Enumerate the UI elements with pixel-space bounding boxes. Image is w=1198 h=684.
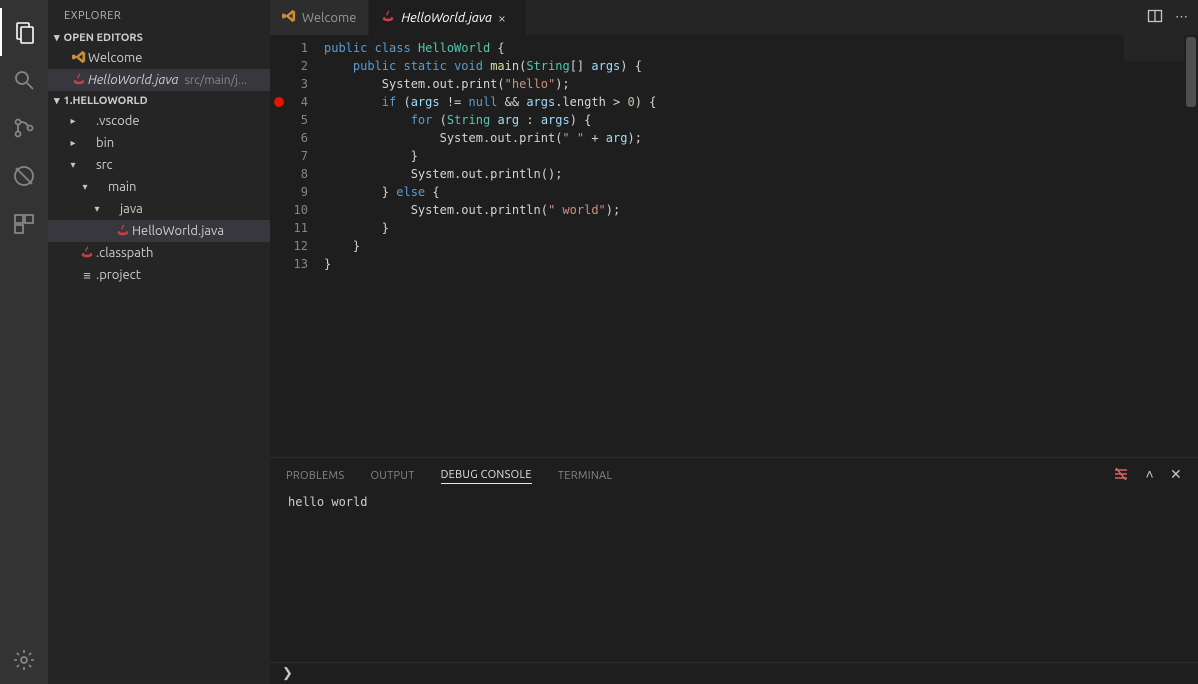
vertical-scrollbar[interactable] <box>1184 35 1198 457</box>
tree-item-label: src <box>96 158 113 172</box>
activity-scm-icon[interactable] <box>0 104 48 152</box>
more-actions-icon[interactable]: ⋯ <box>1175 10 1188 25</box>
twisty-icon: ▾ <box>80 181 90 193</box>
vscode-icon <box>72 50 86 67</box>
twisty-icon: ▸ <box>68 137 78 149</box>
panel-tabs: PROBLEMS OUTPUT DEBUG CONSOLE TERMINAL ˄ ✕ <box>270 458 1198 493</box>
breakpoint-icon[interactable] <box>274 97 284 107</box>
open-editor-label: HelloWorld.java <box>88 73 179 87</box>
java-file-icon <box>116 223 130 240</box>
panel-close-icon[interactable]: ✕ <box>1170 466 1182 485</box>
activity-settings-icon[interactable] <box>0 636 48 684</box>
file-icon: ≡ <box>83 268 91 283</box>
open-editor-desc: src/main/j... <box>185 74 247 87</box>
twisty-icon: ▾ <box>92 203 102 215</box>
open-editor-item[interactable]: Welcome <box>48 47 270 69</box>
tree-item-label: HelloWorld.java <box>132 224 224 238</box>
java-file-icon <box>80 245 94 262</box>
vscode-icon <box>282 13 296 26</box>
activity-extensions-icon[interactable] <box>0 200 48 248</box>
tree-item-label: .vscode <box>96 114 140 128</box>
tree-folder[interactable]: ▸ bin <box>48 132 270 154</box>
tree-item-label: main <box>108 180 136 194</box>
open-editors-header[interactable]: ▾OPEN EDITORS <box>48 28 270 47</box>
workspace-header[interactable]: ▾1.HELLOWORLD <box>48 91 270 110</box>
panel-maximize-icon[interactable]: ˄ <box>1145 466 1153 485</box>
java-file-icon <box>72 72 86 89</box>
main-area: Welcome HelloWorld.java × ⋯ 12345678910111… <box>270 0 1198 684</box>
twisty-icon: ▾ <box>68 159 78 171</box>
status-bar: ❯ <box>270 662 1198 684</box>
tree-item-label: .project <box>96 268 141 282</box>
bottom-panel: PROBLEMSOUTPUTDEBUG CONSOLETERMINAL ˄ ✕ … <box>270 457 1198 662</box>
tree-file[interactable]: HelloWorld.java <box>48 220 270 242</box>
status-prompt[interactable]: ❯ <box>282 666 293 681</box>
tree-item-label: java <box>120 202 143 216</box>
java-file-icon <box>381 14 395 26</box>
minimap[interactable] <box>1124 35 1184 457</box>
split-editor-icon[interactable] <box>1147 8 1163 27</box>
tab-close-icon[interactable]: × <box>498 10 514 26</box>
editor-tabs: Welcome HelloWorld.java × ⋯ <box>270 0 1198 35</box>
tree-folder[interactable]: ▾ src <box>48 154 270 176</box>
activity-search-icon[interactable] <box>0 56 48 104</box>
tree-folder[interactable]: ▾ main <box>48 176 270 198</box>
line-numbers: 12345678910111213 <box>286 35 324 457</box>
open-editor-item[interactable]: HelloWorld.java src/main/j... <box>48 69 270 91</box>
tree-item-label: bin <box>96 136 114 150</box>
tab-label: HelloWorld.java <box>401 11 492 25</box>
debug-console-output: hello world <box>270 493 1198 662</box>
editor[interactable]: 12345678910111213 public class HelloWorl… <box>270 35 1198 457</box>
code-area[interactable]: public class HelloWorld { public static … <box>324 35 1124 457</box>
sidebar-title: EXPLORER <box>48 0 270 28</box>
activity-explorer-icon[interactable] <box>0 8 48 56</box>
panel-tab[interactable]: OUTPUT <box>370 468 414 484</box>
editor-tab[interactable]: Welcome <box>270 0 369 35</box>
activity-bar <box>0 0 48 684</box>
editor-tab[interactable]: HelloWorld.java × <box>369 0 527 35</box>
tree-file[interactable]: .classpath <box>48 242 270 264</box>
panel-tab[interactable]: TERMINAL <box>558 468 613 484</box>
panel-tab[interactable]: PROBLEMS <box>286 468 344 484</box>
tree-folder[interactable]: ▸ .vscode <box>48 110 270 132</box>
panel-tab[interactable]: DEBUG CONSOLE <box>441 467 532 484</box>
clear-console-icon[interactable] <box>1113 466 1129 485</box>
twisty-icon: ▸ <box>68 115 78 127</box>
explorer-sidebar: EXPLORER ▾OPEN EDITORS Welcome HelloWorld… <box>48 0 270 684</box>
tree-folder[interactable]: ▾ java <box>48 198 270 220</box>
tab-label: Welcome <box>302 11 356 25</box>
tree-item-label: .classpath <box>96 246 153 260</box>
tree-file[interactable]: ≡ .project <box>48 264 270 286</box>
activity-debug-icon[interactable] <box>0 152 48 200</box>
open-editor-label: Welcome <box>88 51 142 65</box>
